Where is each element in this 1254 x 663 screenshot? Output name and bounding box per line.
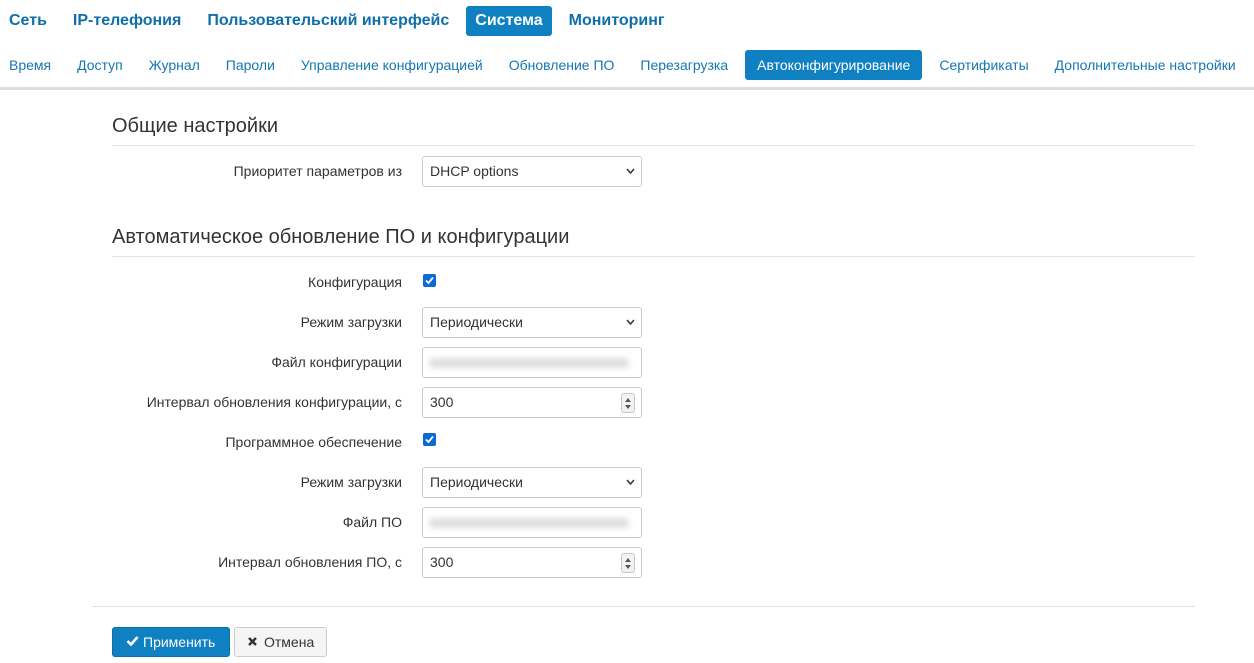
close-icon <box>247 628 261 656</box>
sub-nav-firmware-update[interactable]: Обновление ПО <box>500 50 624 80</box>
chevron-down-icon <box>626 308 635 349</box>
firmware-mode-label: Режим загрузки <box>300 474 402 490</box>
check-icon <box>425 435 434 444</box>
apply-button-label: Применить <box>143 634 216 650</box>
number-spinner-icon[interactable] <box>621 553 635 573</box>
sub-nav-certificates[interactable]: Сертификаты <box>930 50 1037 80</box>
config-mode-label: Режим загрузки <box>300 314 402 330</box>
sub-nav-reboot[interactable]: Перезагрузка <box>631 50 737 80</box>
firmware-interval-input[interactable]: 300 <box>422 547 642 578</box>
sub-nav-log[interactable]: Журнал <box>140 50 209 80</box>
number-spinner-icon[interactable] <box>621 393 635 413</box>
firmware-label: Программное обеспечение <box>225 434 402 450</box>
redacted-value <box>429 358 629 368</box>
nav-divider <box>0 87 1254 90</box>
firmware-interval-label: Интервал обновления ПО, с <box>218 554 402 570</box>
chevron-down-icon <box>626 468 635 509</box>
config-interval-label: Интервал обновления конфигурации, с <box>146 394 402 410</box>
sub-nav-time[interactable]: Время <box>0 50 60 80</box>
firmware-file-input[interactable] <box>422 507 642 538</box>
cancel-button[interactable]: Отмена <box>234 627 327 657</box>
sub-nav-additional-settings[interactable]: Дополнительные настройки <box>1046 50 1245 80</box>
sub-nav-access[interactable]: Доступ <box>68 50 132 80</box>
config-interval-input[interactable]: 300 <box>422 387 642 418</box>
top-nav-ip-telephony[interactable]: IP-телефония <box>64 6 190 36</box>
top-nav-monitoring[interactable]: Мониторинг <box>560 6 674 36</box>
check-icon <box>126 628 140 656</box>
section-divider <box>112 145 1195 146</box>
firmware-interval-value: 300 <box>430 554 454 570</box>
priority-label: Приоритет параметров из <box>233 163 402 179</box>
priority-select-value: DHCP options <box>430 163 519 179</box>
footer-divider <box>92 606 1195 607</box>
config-checkbox[interactable] <box>423 274 436 287</box>
sub-nav: Время Доступ Журнал Пароли Управление ко… <box>0 50 1253 80</box>
config-file-input[interactable] <box>422 347 642 378</box>
check-icon <box>425 276 434 285</box>
section-title-auto-update: Автоматическое обновление ПО и конфигура… <box>112 226 570 248</box>
firmware-mode-value: Периодически <box>430 474 523 490</box>
config-label: Конфигурация <box>308 274 402 290</box>
top-nav-user-interface[interactable]: Пользовательский интерфейс <box>198 6 458 36</box>
section-title-general: Общие настройки <box>112 115 278 137</box>
firmware-checkbox[interactable] <box>423 433 436 446</box>
redacted-value <box>429 518 629 528</box>
chevron-down-icon <box>626 157 635 198</box>
sub-nav-passwords[interactable]: Пароли <box>217 50 284 80</box>
firmware-file-label: Файл ПО <box>342 514 402 530</box>
top-nav-system[interactable]: Система <box>466 6 552 36</box>
apply-button[interactable]: Применить <box>112 627 230 657</box>
config-file-label: Файл конфигурации <box>271 354 402 370</box>
config-mode-select[interactable]: Периодически <box>422 307 642 338</box>
cancel-button-label: Отмена <box>264 634 315 650</box>
section-divider <box>112 256 1195 257</box>
sub-nav-autoprovisioning[interactable]: Автоконфигурирование <box>745 50 923 80</box>
config-mode-value: Периодически <box>430 314 523 330</box>
top-nav: Сеть IP-телефония Пользовательский интер… <box>0 6 682 36</box>
top-nav-network[interactable]: Сеть <box>0 6 56 36</box>
firmware-mode-select[interactable]: Периодически <box>422 467 642 498</box>
priority-select[interactable]: DHCP options <box>422 156 642 187</box>
config-interval-value: 300 <box>430 394 454 410</box>
sub-nav-config-management[interactable]: Управление конфигурацией <box>292 50 492 80</box>
